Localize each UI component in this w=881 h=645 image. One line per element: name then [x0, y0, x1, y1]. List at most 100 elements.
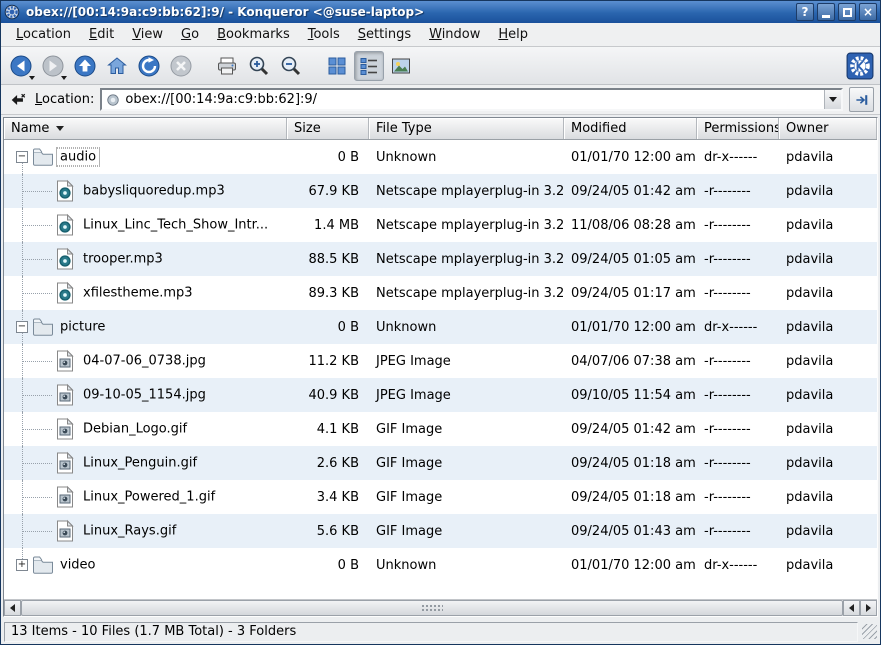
modified-cell: 09/10/05 11:54 am — [564, 378, 697, 412]
print-button[interactable] — [212, 51, 242, 81]
file-row[interactable]: Linux_Powered_1.gif3.4 KBGIF Image09/24/… — [4, 480, 877, 514]
file-row[interactable]: babysliquoredup.mp367.9 KBNetscape mplay… — [4, 174, 877, 208]
minimize-button[interactable] — [817, 3, 835, 21]
file-row[interactable]: Linux_Rays.gif5.6 KBGIF Image09/24/05 01… — [4, 514, 877, 548]
column-header-size[interactable]: Size — [287, 118, 369, 139]
file-row[interactable]: trooper.mp388.5 KBNetscape mplayerplug-i… — [4, 242, 877, 276]
clear-location-button[interactable] — [7, 89, 29, 111]
tree-view-button[interactable] — [354, 51, 384, 81]
name-cell: babysliquoredup.mp3 — [4, 174, 287, 208]
size-cell: 5.6 KB — [287, 514, 369, 548]
image-icon — [53, 349, 77, 373]
modified-cell: 09/24/05 01:42 am — [564, 174, 697, 208]
size-cell: 11.2 KB — [287, 344, 369, 378]
audio-icon — [53, 281, 77, 305]
file-name[interactable]: Linux_Rays.gif — [80, 523, 179, 540]
modified-cell: 01/01/70 12:00 am — [564, 310, 697, 344]
tree-branch-line — [22, 191, 52, 192]
file-name[interactable]: audio — [57, 149, 99, 166]
home-button[interactable] — [102, 51, 132, 81]
minimize-icon — [822, 15, 830, 18]
file-row[interactable]: −audio0 BUnknown01/01/70 12:00 amdr-x---… — [4, 140, 877, 174]
scrollbar-thumb[interactable] — [21, 600, 843, 616]
zoom-out-button[interactable] — [276, 51, 306, 81]
filetype-cell: GIF Image — [369, 446, 564, 480]
scroll-left-button[interactable] — [4, 600, 21, 616]
file-name[interactable]: picture — [57, 319, 108, 336]
collapse-toggle[interactable]: − — [16, 321, 28, 333]
help-icon: ? — [802, 5, 809, 19]
menu-settings[interactable]: Settings — [349, 24, 420, 45]
file-row[interactable]: Linux_Penguin.gif2.6 KBGIF Image09/24/05… — [4, 446, 877, 480]
filetype-cell: Unknown — [369, 310, 564, 344]
file-row[interactable]: +video0 BUnknown01/01/70 12:00 amdr-x---… — [4, 548, 877, 582]
file-name[interactable]: xfilestheme.mp3 — [80, 285, 196, 302]
menu-go[interactable]: Go — [172, 24, 208, 45]
arrow-up-icon — [73, 54, 97, 78]
menu-tools[interactable]: Tools — [299, 24, 349, 45]
column-header-label: File Type — [376, 121, 432, 136]
column-header-file-type[interactable]: File Type — [369, 118, 564, 139]
menu-view[interactable]: View — [123, 24, 172, 45]
column-header-name[interactable]: Name — [4, 118, 287, 139]
file-name[interactable]: Debian_Logo.gif — [80, 421, 190, 438]
file-row[interactable]: 04-07-06_0738.jpg11.2 KBJPEG Image04/07/… — [4, 344, 877, 378]
file-row[interactable]: 09-10-05_1154.jpg40.9 KBJPEG Image09/10/… — [4, 378, 877, 412]
owner-cell: pdavila — [779, 548, 877, 582]
filetype-cell: Netscape mplayerplug-in 3.25 — [369, 208, 564, 242]
file-name[interactable]: 04-07-06_0738.jpg — [80, 353, 209, 370]
column-header-permissions[interactable]: Permissions — [697, 118, 779, 139]
collapse-toggle[interactable]: − — [16, 151, 28, 163]
menu-window[interactable]: Window — [420, 24, 489, 45]
close-button[interactable]: × — [859, 3, 877, 21]
size-cell: 89.3 KB — [287, 276, 369, 310]
clear-location-icon — [9, 91, 27, 109]
scrollbar-track[interactable] — [21, 600, 843, 616]
arrow-left-icon — [10, 604, 15, 612]
file-name[interactable]: Linux_Powered_1.gif — [80, 489, 218, 506]
menu-bookmarks[interactable]: Bookmarks — [208, 24, 299, 45]
stop-button[interactable] — [166, 51, 196, 81]
titlebar[interactable]: obex://[00:14:9a:c9:bb:62]:9/ - Konquero… — [1, 1, 880, 23]
expand-toggle[interactable]: + — [16, 559, 28, 571]
file-name[interactable]: 09-10-05_1154.jpg — [80, 387, 209, 404]
help-button[interactable]: ? — [796, 3, 814, 21]
file-name[interactable]: Linux_Penguin.gif — [80, 455, 200, 472]
go-button[interactable] — [849, 87, 874, 112]
horizontal-scrollbar[interactable] — [4, 599, 877, 616]
file-row[interactable]: Debian_Logo.gif4.1 KBGIF Image09/24/05 0… — [4, 412, 877, 446]
resize-grip[interactable] — [862, 624, 877, 639]
file-row[interactable]: −picture0 BUnknown01/01/70 12:00 amdr-x-… — [4, 310, 877, 344]
menu-location[interactable]: Location — [7, 24, 80, 45]
icon-view-button[interactable] — [322, 51, 352, 81]
file-name[interactable]: video — [57, 557, 99, 574]
column-header-owner[interactable]: Owner — [779, 118, 877, 139]
permissions-cell: dr-x------ — [697, 140, 779, 174]
name-cell: − picture — [4, 310, 287, 344]
scroll-right-button[interactable] — [860, 600, 877, 616]
permissions-cell: dr-x------ — [697, 310, 779, 344]
column-header-modified[interactable]: Modified — [564, 118, 697, 139]
file-name[interactable]: Linux_Linc_Tech_Show_Intr... — [80, 217, 271, 234]
image-view-button[interactable] — [386, 51, 416, 81]
up-button[interactable] — [70, 51, 100, 81]
menu-help[interactable]: Help — [489, 24, 537, 45]
scroll-left-button-2[interactable] — [843, 600, 860, 616]
file-row[interactable]: Linux_Linc_Tech_Show_Intr...1.4 MBNetsca… — [4, 208, 877, 242]
status-text: 13 Items - 10 Files (1.7 MB Total) - 3 F… — [11, 624, 296, 639]
file-row[interactable]: xfilestheme.mp389.3 KBNetscape mplayerpl… — [4, 276, 877, 310]
konqueror-logo-button[interactable] — [845, 51, 875, 81]
maximize-button[interactable] — [838, 3, 856, 21]
zoom-in-button[interactable] — [244, 51, 274, 81]
back-button[interactable] — [6, 51, 36, 81]
location-value[interactable]: obex://[00:14:9a:c9:bb:62]:9/ — [125, 92, 824, 107]
permissions-cell: -r-------- — [697, 242, 779, 276]
file-name[interactable]: babysliquoredup.mp3 — [80, 183, 228, 200]
forward-button[interactable] — [38, 51, 68, 81]
permissions-cell: -r-------- — [697, 412, 779, 446]
menu-edit[interactable]: Edit — [80, 24, 123, 45]
location-combobox[interactable]: obex://[00:14:9a:c9:bb:62]:9/ — [100, 88, 843, 111]
file-name[interactable]: trooper.mp3 — [80, 251, 166, 268]
location-dropdown-button[interactable] — [824, 90, 841, 109]
reload-button[interactable] — [134, 51, 164, 81]
